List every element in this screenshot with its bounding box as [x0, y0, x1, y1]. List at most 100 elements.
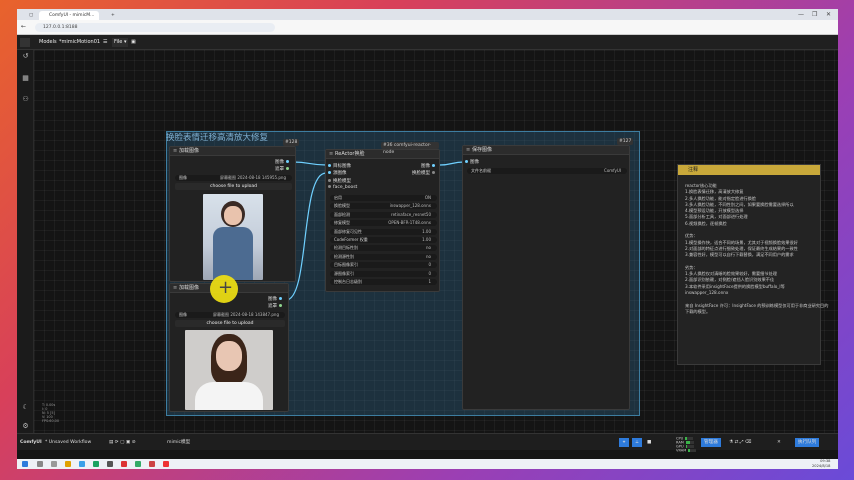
new-tab-button[interactable]: + — [101, 11, 115, 20]
url-field[interactable]: 127.0.0.1:8188 — [35, 23, 275, 32]
reactor-widget[interactable]: 目标图像索引 0 — [330, 262, 437, 269]
edge-icon[interactable] — [79, 461, 85, 467]
widget-label: 换脸模型 — [334, 203, 350, 209]
widget-value: inswapper_128.onnx — [389, 203, 431, 209]
upload-button[interactable]: choose file to upload — [175, 183, 292, 190]
toolbar-icons[interactable]: ⚗ ⇄ ⤢ ⌫ — [729, 438, 752, 447]
node-id-badge: #127 — [617, 138, 634, 145]
input-source-image[interactable]: 源图像 — [326, 170, 347, 176]
preview-image-woman-2 — [185, 330, 273, 410]
cursor-highlight — [210, 275, 238, 303]
model-tab[interactable]: mimic模型 — [167, 438, 190, 447]
preview-image-woman-1 — [203, 194, 263, 280]
input-face-model[interactable]: 换脸模型 — [326, 178, 351, 184]
widget-value: ON — [424, 195, 431, 200]
reactor-widget[interactable]: 启用 ON — [330, 195, 437, 201]
filename-prefix-field[interactable]: 文件名前缀 ComfyUI — [467, 168, 627, 174]
node-library-icon[interactable]: ⚇ — [21, 95, 30, 104]
reactor-faceswap-node[interactable]: ReActor换脸 #36 comfyui-reactor-node 目标图像 … — [325, 142, 440, 292]
output-face-model[interactable]: 换脸模型 — [412, 170, 437, 176]
close-panel-icon[interactable]: ✕ — [777, 438, 781, 447]
widget-value: no — [426, 253, 431, 259]
back-icon[interactable]: ← — [21, 23, 26, 30]
explorer-icon[interactable] — [65, 461, 71, 467]
browser-tab-strip: ▢ ComfyUI - mimicM... + — ❐ ✕ — [17, 9, 838, 20]
theme-toggle-icon[interactable]: ☾ — [21, 403, 30, 412]
image-select[interactable]: 图像 屏幕截图 2024-08-18 143847.png — [175, 312, 285, 318]
maximize-button[interactable]: ❐ — [812, 11, 817, 18]
reactor-widget[interactable]: 检测目标性别 no — [330, 245, 437, 252]
terminal-icon[interactable] — [107, 461, 113, 467]
run-queue-button[interactable]: 执行队列 — [795, 438, 820, 447]
widget-value: no — [426, 245, 431, 251]
widget-value: 1 — [428, 279, 431, 284]
reactor-widget[interactable]: 源图像索引 0 — [330, 270, 437, 277]
history-icon[interactable]: ↺ — [21, 52, 30, 61]
node-id-badge: #128 — [283, 139, 300, 146]
load-image-node-2[interactable]: 加载图像 图像 遮罩 图像屏幕截图 2024-08-18 143847.png … — [169, 283, 289, 412]
queue-icon[interactable]: ▦ — [21, 74, 30, 83]
app-icon-red[interactable] — [149, 461, 155, 467]
app-bottom-bar: ComfyUI * Unsaved Workflow ▤ ⟳ ▢ ▣ ⊘ mim… — [17, 433, 838, 453]
workflow-name[interactable]: *mimicMotion01 — [59, 38, 100, 47]
app-icon-teal[interactable] — [135, 461, 141, 467]
output-image[interactable]: 图像 — [421, 163, 437, 169]
widget-label: 源图像索引 — [334, 270, 354, 276]
workflow-tab[interactable]: * Unsaved Workflow — [45, 438, 91, 447]
input-target-image[interactable]: 目标图像 — [326, 163, 351, 169]
stop-icon[interactable]: ■ — [647, 438, 651, 447]
chrome-icon[interactable] — [121, 461, 127, 467]
app-icon-red2[interactable] — [163, 461, 169, 467]
input-face-boost[interactable]: face_boost — [326, 185, 357, 190]
input-image[interactable]: 图像 — [463, 159, 479, 165]
taskbar-clock[interactable]: 09:38 2024/8/18 — [812, 459, 830, 468]
node-title[interactable]: 保存图像 — [463, 146, 629, 155]
note-text[interactable]: reactor核心功能 1.换脸表情迁移，高清放大修复 2.多人换脸功能，能对指定脸… — [678, 175, 828, 315]
app-icon-green[interactable] — [93, 461, 99, 467]
reactor-widget[interactable]: 面部修复可见性 1.00 — [330, 228, 437, 235]
save-icon[interactable]: ▣ — [131, 38, 136, 47]
save-image-node[interactable]: 保存图像 #127 图像 文件名前缀ComfyUI — [462, 138, 634, 410]
output-mask[interactable]: 遮罩 — [268, 303, 284, 309]
file-menu[interactable]: File ▾ — [112, 38, 129, 47]
node-pack-badge: #36 comfyui-reactor-node — [381, 142, 439, 155]
browser-menu-icon[interactable]: ▢ — [19, 11, 33, 20]
browser-tab[interactable]: ComfyUI - mimicM... — [39, 11, 99, 20]
image-select[interactable]: 图像 屏幕截图 2024-08-18 145955.png — [175, 175, 292, 181]
reactor-widget[interactable]: 面部检测 retinaface_resnet50 — [330, 211, 437, 218]
sidebar-toggle-icon[interactable]: ⌖ — [619, 438, 629, 447]
app-topbar: Models *mimicMotion01 ☰ File ▾ ▣ — [17, 35, 838, 50]
note-title[interactable]: 注释 — [678, 165, 820, 175]
output-image[interactable]: 图像 — [275, 159, 291, 165]
link-toggle-icon[interactable]: ⟂ — [632, 438, 642, 447]
start-icon[interactable] — [22, 461, 28, 467]
widget-label: CodeFormer 权重 — [334, 237, 368, 242]
upload-button[interactable]: choose file to upload — [175, 320, 285, 327]
search-icon[interactable] — [37, 461, 43, 467]
manager-button[interactable]: 管理器 — [701, 438, 721, 447]
comfyui-logo-icon[interactable] — [20, 38, 30, 47]
note-node[interactable]: 注释 reactor核心功能 1.换脸表情迁移，高清放大修复 2.多人换脸功能，能对… — [677, 164, 828, 365]
reactor-widget[interactable]: 控制台日志级别 1 — [330, 279, 437, 285]
reactor-widget[interactable]: 修复模型 OPEN-BFR-1T48.onnx — [330, 220, 437, 227]
models-menu[interactable]: Models — [39, 38, 57, 47]
workflow-list-icon[interactable]: ☰ — [103, 38, 107, 47]
output-image[interactable]: 图像 — [268, 296, 284, 302]
widget-label: 控制台日志级别 — [334, 279, 362, 284]
widget-label: 面部检测 — [334, 211, 350, 217]
output-mask[interactable]: 遮罩 — [275, 166, 291, 172]
close-window-button[interactable]: ✕ — [826, 11, 831, 18]
save-workflow-icon[interactable]: ▤ ⟳ ▢ ▣ ⊘ — [109, 438, 136, 447]
node-title[interactable]: 加载图像 — [170, 147, 295, 156]
reactor-widget[interactable]: 换脸模型 inswapper_128.onnx — [330, 203, 437, 210]
minimize-button[interactable]: — — [798, 11, 804, 18]
group-title[interactable]: 换脸表情迁移高清放大修复 — [166, 131, 268, 143]
taskview-icon[interactable] — [51, 461, 57, 467]
widget-value: OPEN-BFR-1T48.onnx — [388, 220, 431, 226]
reactor-widget[interactable]: CodeFormer 权重 1.00 — [330, 237, 437, 243]
load-image-node-1[interactable]: 加载图像 #128 图像 遮罩 图像屏幕截图 2024-08-18 145955… — [169, 139, 300, 282]
widget-value: 1.00 — [422, 237, 431, 242]
system-monitor: CPU RAM GPU VRAM — [676, 436, 698, 453]
reactor-widget[interactable]: 检测源性别 no — [330, 253, 437, 260]
settings-gear-icon[interactable]: ⚙ — [21, 422, 30, 431]
